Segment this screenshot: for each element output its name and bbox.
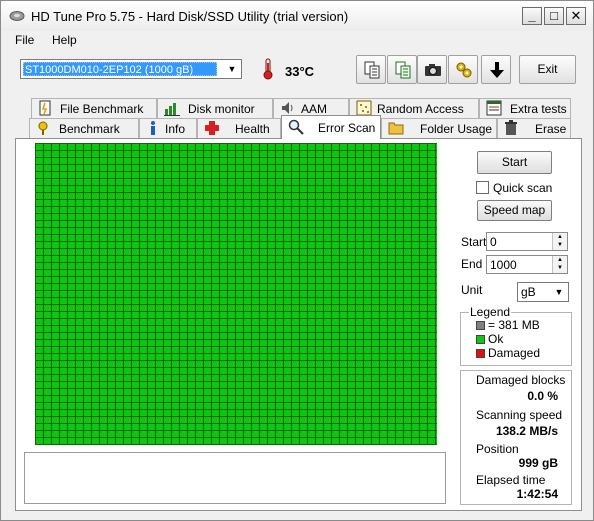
tab-erase[interactable]: Erase: [497, 118, 571, 138]
start-input-value: 0: [490, 235, 497, 249]
health-icon: [205, 121, 219, 135]
app-disk-icon: [9, 11, 25, 21]
random-access-icon: [356, 100, 372, 116]
close-button[interactable]: ✕: [566, 7, 586, 25]
legend-title: Legend: [469, 305, 512, 319]
scan-log-box[interactable]: [24, 452, 446, 504]
drive-select[interactable]: ST1000DM010-2EP102 (1000 gB) ▼: [20, 59, 242, 79]
maximize-button[interactable]: □: [544, 7, 564, 25]
magnifier-icon: [288, 119, 304, 135]
scanning-speed-label: Scanning speed: [476, 408, 563, 422]
legend-damaged-label: Damaged: [488, 346, 541, 360]
thermometer-icon: [254, 58, 282, 87]
save-button[interactable]: [481, 55, 511, 84]
position-label: Position: [476, 442, 519, 456]
toolbar: ST1000DM010-2EP102 (1000 gB) ▼ 33°C Exit: [1, 51, 593, 95]
legend-damaged-swatch: [476, 349, 485, 358]
tab-benchmark[interactable]: Benchmark: [29, 118, 139, 138]
info-icon: [151, 121, 155, 135]
minimize-button[interactable]: _: [522, 7, 542, 25]
elapsed-time-label: Elapsed time: [476, 473, 546, 487]
scan-block-cells: [35, 143, 437, 445]
chevron-down-icon[interactable]: ▼: [551, 284, 567, 300]
end-input-value: 1000: [490, 258, 517, 272]
tab-file-benchmark[interactable]: File Benchmark: [31, 98, 157, 118]
drive-select-value: ST1000DM010-2EP102 (1000 gB): [23, 62, 217, 76]
extra-tests-icon: [486, 100, 502, 116]
copy-icon: [364, 61, 380, 79]
legend-block-size: = 381 MB: [488, 318, 540, 332]
trash-icon: [505, 120, 517, 135]
copy-info-button[interactable]: [356, 55, 386, 84]
tab-disk-monitor[interactable]: Disk monitor: [157, 98, 273, 118]
unit-field-label: Unit: [461, 283, 483, 297]
window-title: HD Tune Pro 5.75 - Hard Disk/SSD Utility…: [31, 9, 349, 24]
quick-scan-label: Quick scan: [493, 181, 553, 195]
tab-extra-tests[interactable]: Extra tests: [479, 98, 571, 118]
elapsed-time-value: 1:42:54: [516, 487, 558, 501]
arrow-down-icon: [490, 62, 504, 78]
speaker-icon: [282, 102, 293, 114]
copy-all-icon: [395, 61, 411, 79]
start-input[interactable]: 0 ▲ ▼: [486, 232, 568, 251]
tab-folder-usage[interactable]: Folder Usage: [381, 118, 497, 138]
scan-block-map: [35, 143, 437, 445]
quick-scan-checkbox[interactable]: [476, 181, 489, 194]
start-field-label: Start: [461, 235, 487, 249]
spin-down-icon[interactable]: ▼: [552, 264, 567, 273]
file-benchmark-icon: [39, 100, 51, 116]
end-input[interactable]: 1000 ▲ ▼: [486, 255, 568, 274]
options-button[interactable]: [448, 55, 478, 84]
legend-block-swatch: [476, 321, 485, 330]
title-bar: HD Tune Pro 5.75 - Hard Disk/SSD Utility…: [1, 1, 593, 31]
main-window: HD Tune Pro 5.75 - Hard Disk/SSD Utility…: [0, 0, 594, 521]
menu-help[interactable]: Help: [52, 33, 77, 47]
speed-map-button[interactable]: Speed map: [477, 200, 552, 221]
copy-all-button[interactable]: [387, 55, 417, 84]
end-field-label: End: [461, 257, 483, 271]
benchmark-icon: [38, 121, 48, 135]
legend-ok-swatch: [476, 335, 485, 344]
menu-file[interactable]: File: [15, 33, 34, 47]
screenshot-button[interactable]: [417, 55, 447, 84]
unit-select-value: gB: [521, 285, 536, 299]
tab-health[interactable]: Health: [197, 118, 281, 138]
disk-monitor-icon: [164, 103, 180, 116]
position-value: 999 gB: [518, 456, 558, 470]
scanning-speed-value: 138.2 MB/s: [495, 424, 558, 438]
camera-icon: [425, 64, 441, 76]
temperature-value: 33°C: [285, 64, 315, 79]
menu-bar: File Help: [1, 31, 593, 51]
tab-info[interactable]: Info: [139, 118, 197, 138]
chevron-down-icon[interactable]: ▼: [224, 61, 240, 77]
damaged-blocks-label: Damaged blocks: [476, 373, 566, 387]
tools-icon: [456, 62, 472, 78]
tab-error-scan[interactable]: Error Scan: [281, 115, 381, 139]
unit-select[interactable]: gB ▼: [517, 282, 569, 302]
damaged-blocks-value: 0.0 %: [527, 389, 558, 403]
legend-ok-label: Ok: [488, 332, 504, 346]
start-scan-button[interactable]: Start: [477, 151, 552, 174]
spin-down-icon[interactable]: ▼: [552, 241, 567, 250]
exit-button[interactable]: Exit: [519, 55, 576, 84]
folder-icon: [388, 122, 404, 135]
